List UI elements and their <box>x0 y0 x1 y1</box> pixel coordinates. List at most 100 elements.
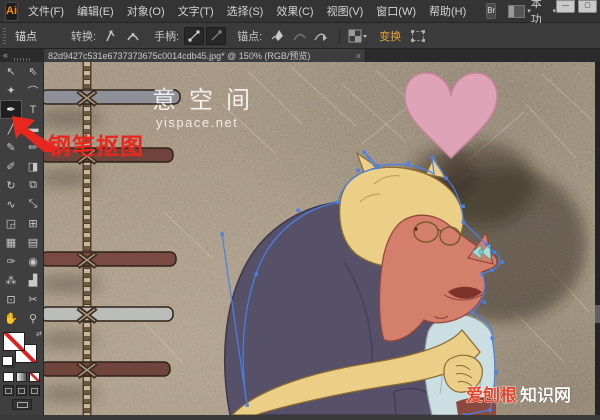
tool-icon: ▟ <box>29 274 37 287</box>
transform-link[interactable]: 变换 <box>379 28 401 44</box>
menu-item[interactable]: 效果(C) <box>276 3 313 19</box>
watermark-title: 意空间 <box>152 87 263 114</box>
tool-icon: ✂ <box>28 293 37 306</box>
symbol-sprayer-tool[interactable]: ⁂ <box>0 271 22 290</box>
free-transform-button[interactable] <box>408 27 428 45</box>
hide-handles-button[interactable] <box>206 27 226 45</box>
menu-item[interactable]: 文字(T) <box>178 3 214 19</box>
child-sleeve <box>394 389 432 415</box>
tool-icon: ◨ <box>28 160 38 173</box>
tool-icon: ⌒ <box>28 83 39 99</box>
column-graph-tool[interactable]: ▟ <box>22 271 44 290</box>
menu-bar: Ai 文件(F) 编辑(E) 对象(O) 文字(T) 选择(S) 效果(C) 视图(V) 窗口… <box>0 0 600 23</box>
opacity-grid-button[interactable] <box>348 27 368 45</box>
fill-swatch[interactable] <box>3 332 25 351</box>
tool-icon: ✑ <box>6 255 15 268</box>
default-fill-stroke-icon[interactable] <box>2 356 13 366</box>
bridge-button[interactable]: Br <box>486 3 496 19</box>
gradient-button[interactable] <box>16 372 27 382</box>
convert-to-corner-button[interactable] <box>101 27 121 45</box>
eyedropper-tool[interactable]: ✑ <box>0 252 22 271</box>
menu-item[interactable]: 视图(V) <box>327 3 364 19</box>
menu-item[interactable]: 编辑(E) <box>77 3 114 19</box>
swap-fill-stroke-icon[interactable]: ⇄ <box>36 330 42 338</box>
checkerboard-icon <box>348 29 368 43</box>
tools-grid: ↖ ⇖ ✦ ⌒ ✒ T ╱ <box>0 62 43 328</box>
handles-visible-icon <box>187 29 201 43</box>
tool-icon: ∿ <box>6 198 15 211</box>
tool-icon: ↖ <box>6 65 15 78</box>
vertical-scrollbar[interactable] <box>595 62 600 415</box>
rotate-tool[interactable]: ↻ <box>0 176 22 195</box>
tool-icon: ◲ <box>6 217 16 230</box>
handles-label: 手柄: <box>154 28 179 44</box>
tool-icon: ⊡ <box>6 293 15 306</box>
draw-behind-button[interactable] <box>16 385 27 396</box>
collapse-panel-icon[interactable]: « <box>3 49 8 61</box>
arc-segment-icon <box>292 28 307 43</box>
scrollbar-thumb[interactable] <box>595 305 600 323</box>
minimize-button[interactable]: — <box>556 0 575 13</box>
tool-icon: ▤ <box>28 236 38 249</box>
menu-item[interactable]: 文件(F) <box>28 3 64 19</box>
panel-grip[interactable] <box>3 28 6 44</box>
tool-icon: ⤡ <box>29 198 38 211</box>
tool-icon: ⧉ <box>29 179 37 192</box>
tool-icon: ▦ <box>6 236 16 249</box>
free-transform-tool[interactable]: ⤡ <box>22 195 44 214</box>
slice-tool[interactable]: ✂ <box>22 290 44 309</box>
toolbar-grip[interactable] <box>14 58 32 61</box>
menu-item[interactable]: 窗口(W) <box>376 3 416 19</box>
document-title: 82d9427c531e6737373675c0014cdb45.jpg* @ … <box>48 49 352 62</box>
lasso-tool[interactable]: ⌒ <box>22 81 44 100</box>
perspective-grid-tool[interactable]: ⊞ <box>22 214 44 233</box>
direct-selection-tool[interactable]: ⇖ <box>22 62 44 81</box>
selection-tool[interactable]: ↖ <box>0 62 22 81</box>
scale-tool[interactable]: ⧉ <box>22 176 44 195</box>
menu-item[interactable]: 帮助(H) <box>429 3 466 19</box>
blend-tool[interactable]: ◉ <box>22 252 44 271</box>
remove-anchor-button[interactable] <box>289 27 309 45</box>
add-anchor-button[interactable] <box>267 27 287 45</box>
paint-mode-row <box>0 370 43 382</box>
screen-mode-button[interactable] <box>12 399 32 410</box>
illustrator-logo: Ai <box>5 2 18 21</box>
convert-to-smooth-button[interactable] <box>123 27 143 45</box>
mesh-tool[interactable]: ▦ <box>0 233 22 252</box>
convert-label: 转换: <box>71 28 96 44</box>
anchor-label: 锚点: <box>237 28 262 44</box>
close-tab-icon[interactable]: × <box>356 51 361 61</box>
blob-brush-tool[interactable]: ✐ <box>0 157 22 176</box>
canvas-area[interactable]: 意空间 yispace.net 爱刨根 知识网 <box>44 62 595 415</box>
shape-builder-tool[interactable]: ◲ <box>0 214 22 233</box>
draw-normal-button[interactable] <box>3 385 14 396</box>
annotation-arrow <box>8 108 64 152</box>
magic-wand-tool[interactable]: ✦ <box>0 81 22 100</box>
eraser-tool[interactable]: ◨ <box>22 157 44 176</box>
tool-icon: ⁂ <box>6 274 17 287</box>
menu-item[interactable]: 选择(S) <box>227 3 264 19</box>
corner-watermark-white: 知识网 <box>519 385 571 405</box>
separator <box>339 27 340 44</box>
menu-item[interactable]: 对象(O) <box>127 3 165 19</box>
connect-path-button[interactable] <box>311 27 331 45</box>
hand-tool[interactable]: ✋ <box>0 309 22 328</box>
width-tool[interactable]: ∿ <box>0 195 22 214</box>
show-handles-button[interactable] <box>184 27 204 45</box>
gradient-tool[interactable]: ▤ <box>22 233 44 252</box>
restore-button[interactable]: ▢ <box>578 0 597 13</box>
tool-icon: ◉ <box>28 255 38 268</box>
document-tab[interactable]: 82d9427c531e6737373675c0014cdb45.jpg* @ … <box>44 49 366 62</box>
zoom-tool[interactable]: ⚲ <box>22 309 44 328</box>
tool-icon: ✋ <box>4 312 18 325</box>
arrange-documents-button[interactable]: ▾ <box>508 5 531 18</box>
none-button[interactable] <box>29 372 40 382</box>
tool-icon: ✦ <box>6 84 15 97</box>
window-controls: — ▢ <box>556 0 597 13</box>
pen-arc-icon <box>313 28 329 43</box>
draw-inside-button[interactable] <box>29 385 40 396</box>
control-panel: 锚点 转换: 手柄: 锚点: <box>0 23 600 49</box>
color-button[interactable] <box>3 372 14 382</box>
artboard-tool[interactable]: ⊡ <box>0 290 22 309</box>
menu-list: 文件(F) 编辑(E) 对象(O) 文字(T) 选择(S) 效果(C) 视图(V) 窗口(W)… <box>28 3 466 19</box>
